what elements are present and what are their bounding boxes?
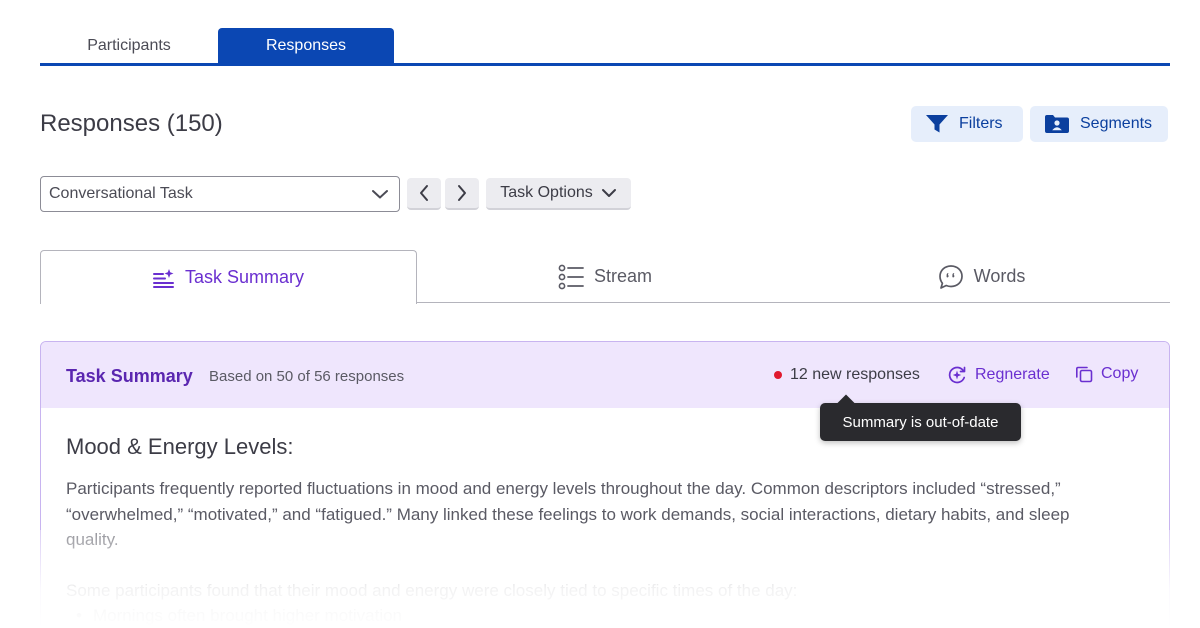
- page-title: Responses (150): [40, 110, 223, 137]
- tab-task-summary[interactable]: Task Summary: [40, 250, 417, 304]
- funnel-icon: [925, 114, 949, 134]
- regenerate-sparkle-icon: [947, 365, 967, 385]
- new-responses-indicator[interactable]: 12 new responses: [774, 366, 920, 384]
- summary-bullet: Mornings often brought higher motivation: [66, 603, 1126, 628]
- task-summary-card: Task Summary Based on 50 of 56 responses…: [40, 341, 1170, 628]
- filters-label: Filters: [959, 115, 1003, 132]
- filters-button[interactable]: Filters: [911, 106, 1023, 142]
- previous-task-button[interactable]: [407, 178, 441, 210]
- task-summary-body: Mood & Energy Levels: Participants frequ…: [66, 434, 1126, 628]
- task-options-label: Task Options: [500, 184, 593, 201]
- chevron-down-icon: [371, 188, 389, 200]
- chevron-down-icon: [601, 188, 617, 198]
- regenerate-label: Regnerate: [975, 366, 1050, 383]
- chevron-left-icon: [418, 184, 430, 202]
- view-tab-bar: Task Summary Stream Words: [40, 250, 1170, 304]
- list-icon: [558, 264, 584, 290]
- task-summary-subtitle: Based on 50 of 56 responses: [209, 368, 405, 385]
- tab-stream[interactable]: Stream: [417, 250, 793, 303]
- task-summary-header: Task Summary Based on 50 of 56 responses…: [41, 342, 1169, 408]
- segments-label: Segments: [1080, 115, 1153, 132]
- new-responses-label: 12 new responses: [790, 366, 920, 383]
- summary-paragraph: Some participants found that their mood …: [66, 580, 798, 600]
- tab-words-label: Words: [973, 266, 1026, 286]
- tab-stream-label: Stream: [593, 266, 653, 286]
- top-tab-bar: Participants Responses: [40, 28, 1170, 66]
- task-summary-title: Task Summary: [66, 366, 193, 386]
- task-select[interactable]: Conversational Task: [40, 176, 400, 212]
- tab-participants[interactable]: Participants: [40, 28, 218, 63]
- alert-dot-icon: [774, 371, 782, 379]
- user-folder-icon: [1044, 114, 1070, 134]
- summary-paragraph: Participants frequently reported fluctua…: [66, 479, 1070, 549]
- regenerate-button[interactable]: Regnerate: [947, 365, 1050, 385]
- copy-icon: [1075, 365, 1093, 383]
- copy-button[interactable]: Copy: [1075, 365, 1138, 383]
- next-task-button[interactable]: [445, 178, 479, 210]
- speech-bubble-icon: [938, 264, 964, 290]
- task-select-value: Conversational Task: [49, 185, 193, 202]
- out-of-date-tooltip: Summary is out-of-date: [820, 403, 1021, 441]
- task-options-button[interactable]: Task Options: [486, 178, 631, 210]
- tab-responses[interactable]: Responses: [218, 28, 394, 63]
- copy-label: Copy: [1101, 365, 1139, 382]
- tab-words[interactable]: Words: [793, 250, 1170, 303]
- sparkle-list-icon: [152, 268, 175, 288]
- chevron-right-icon: [456, 184, 468, 202]
- tab-task-summary-label: Task Summary: [184, 267, 305, 287]
- segments-button[interactable]: Segments: [1030, 106, 1168, 142]
